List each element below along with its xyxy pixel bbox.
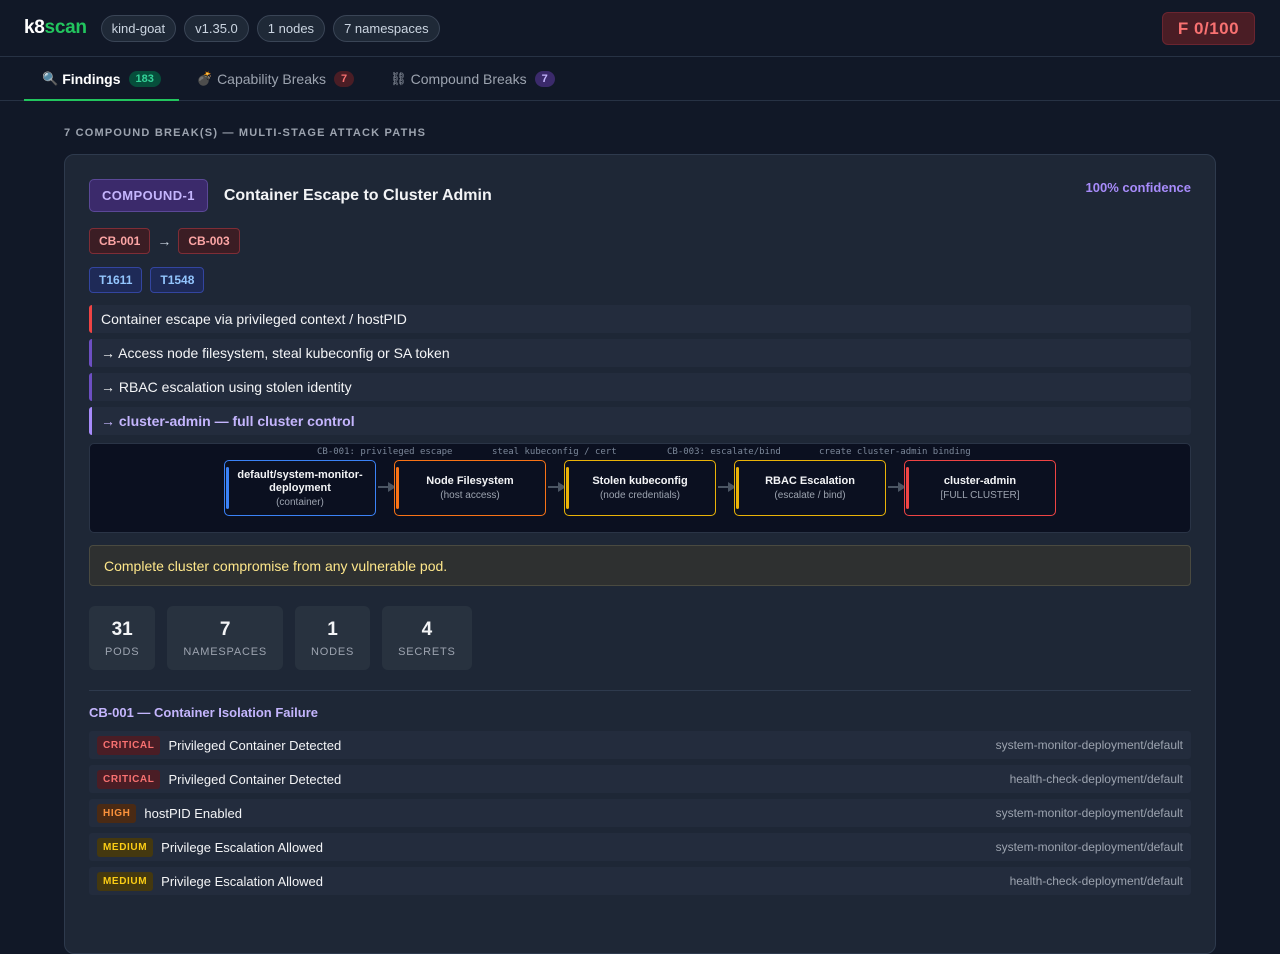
arrow-right-icon: →: [157, 233, 172, 249]
namespaces-count-pill: 7 namespaces: [333, 14, 440, 42]
flow-node-stolen-kubeconfig[interactable]: Stolen kubeconfig (node credentials): [564, 460, 716, 516]
severity-badge: CRITICAL: [97, 735, 161, 755]
attack-step: → Access node filesystem, steal kubeconf…: [89, 339, 1191, 367]
severity-badge: HIGH: [97, 803, 137, 823]
blast-radius-stats: 31 PODS 7 NAMESPACES 1 NODES 4 SECRETS: [89, 606, 1191, 670]
severity-badge: MEDIUM: [97, 871, 154, 891]
stat-secrets: 4 SECRETS: [382, 606, 472, 670]
top-bar: k8scan kind-goat v1.35.0 1 nodes 7 names…: [0, 0, 1280, 57]
finding-row[interactable]: HIGH hostPID Enabled system-monitor-depl…: [89, 799, 1191, 827]
compound-break-card: COMPOUND-1 Container Escape to Cluster A…: [64, 154, 1216, 954]
section-title: 7 COMPOUND BREAK(S) — MULTI-STAGE ATTACK…: [64, 127, 427, 139]
finding-title: Privilege Escalation Allowed: [161, 839, 324, 855]
attack-step: Container escape via privileged context …: [89, 305, 1191, 333]
flow-node-cluster-admin[interactable]: cluster-admin [FULL CLUSTER]: [904, 460, 1056, 516]
cb-section-title: CB-001 — Container Isolation Failure: [89, 705, 318, 720]
tab-findings-label: Findings: [62, 70, 121, 87]
compound-title: Container Escape to Cluster Admin: [223, 186, 492, 204]
finding-resource: health-check-deployment/default: [1009, 772, 1183, 786]
impact-banner: Complete cluster compromise from any vul…: [89, 545, 1191, 586]
stat-namespaces: 7 NAMESPACES: [167, 606, 283, 670]
tab-capability-breaks-count: 7: [334, 70, 355, 87]
attack-step-final: → cluster-admin — full cluster control: [89, 407, 1191, 435]
finding-resource: system-monitor-deployment/default: [995, 840, 1183, 854]
tab-capability-breaks[interactable]: 💣 Capability Breaks 7: [179, 57, 372, 100]
flow-node-container[interactable]: default/system-monitor-deployment (conta…: [224, 460, 376, 516]
stat-label: NAMESPACES: [183, 645, 267, 658]
stat-value: 7: [219, 618, 231, 640]
tab-compound-breaks-label: Compound Breaks: [410, 70, 527, 87]
tab-capability-breaks-label: Capability Breaks: [217, 70, 326, 87]
cluster-name-pill: kind-goat: [100, 14, 177, 42]
tab-findings[interactable]: 🔍 Findings 183: [24, 57, 179, 101]
node-subtitle: (escalate / bind): [774, 490, 846, 501]
finding-title: Privilege Escalation Allowed: [161, 873, 324, 889]
chain-cb-badge[interactable]: CB-003: [178, 228, 240, 254]
security-score-badge: F 0/100: [1162, 12, 1255, 45]
stat-label: PODS: [105, 645, 140, 658]
attack-step: → RBAC escalation using stolen identity: [89, 373, 1191, 401]
tab-compound-breaks[interactable]: ⛓ Compound Breaks 7: [372, 57, 573, 100]
mitre-techniques: T1611 T1548: [89, 267, 1191, 293]
stat-value: 31: [111, 618, 133, 640]
finding-row[interactable]: MEDIUM Privilege Escalation Allowed syst…: [89, 833, 1191, 861]
mitre-technique-badge[interactable]: T1611: [89, 267, 143, 293]
stat-label: SECRETS: [398, 645, 456, 658]
node-title: Node Filesystem: [426, 475, 514, 487]
edge-label: steal kubeconfig / cert: [492, 447, 617, 457]
version-pill: v1.35.0: [184, 14, 249, 42]
stat-label: NODES: [310, 645, 355, 658]
magnifier-icon: 🔍: [42, 70, 59, 86]
flow-node-rbac-escalation[interactable]: RBAC Escalation (escalate / bind): [734, 460, 886, 516]
stat-pods: 31 PODS: [89, 606, 156, 670]
finding-title: hostPID Enabled: [144, 805, 242, 821]
edge-label: create cluster-admin binding: [819, 447, 971, 457]
brand-suffix: scan: [44, 17, 87, 38]
node-subtitle: [FULL CLUSTER]: [940, 490, 1020, 501]
attack-path-diagram: CB-001: privileged escape steal kubeconf…: [89, 443, 1191, 533]
severity-badge: MEDIUM: [97, 837, 154, 857]
brand-prefix: k8: [24, 17, 45, 38]
flow-node-node-filesystem[interactable]: Node Filesystem (host access): [394, 460, 546, 516]
finding-resource: health-check-deployment/default: [1009, 874, 1183, 888]
edge-label: CB-003: escalate/bind: [667, 447, 781, 457]
finding-row[interactable]: CRITICAL Privileged Container Detected h…: [89, 765, 1191, 793]
node-title: RBAC Escalation: [765, 475, 855, 487]
stat-value: 1: [327, 618, 338, 640]
node-subtitle: (node credentials): [599, 490, 681, 501]
finding-row[interactable]: MEDIUM Privilege Escalation Allowed heal…: [89, 867, 1191, 895]
confidence-label: 100% confidence: [1085, 180, 1192, 195]
card-header: COMPOUND-1 Container Escape to Cluster A…: [89, 179, 1191, 212]
finding-title: Privileged Container Detected: [168, 737, 342, 753]
brand-logo[interactable]: k8scan: [24, 17, 87, 39]
main-content: 7 COMPOUND BREAK(S) — MULTI-STAGE ATTACK…: [0, 127, 1280, 954]
finding-resource: system-monitor-deployment/default: [995, 738, 1183, 752]
attack-steps: Container escape via privileged context …: [89, 305, 1191, 435]
node-title: Stolen kubeconfig: [592, 475, 688, 487]
tab-compound-breaks-count: 7: [534, 70, 555, 87]
tab-findings-count: 183: [128, 70, 161, 87]
capability-chain: CB-001 → CB-003: [89, 228, 1191, 254]
chain-icon: ⛓: [390, 70, 407, 86]
tab-bar: 🔍 Findings 183 💣 Capability Breaks 7 ⛓ C…: [0, 57, 1280, 101]
findings-list: CRITICAL Privileged Container Detected s…: [89, 731, 1191, 895]
finding-resource: system-monitor-deployment/default: [995, 806, 1183, 820]
severity-badge: CRITICAL: [97, 769, 161, 789]
finding-title: Privileged Container Detected: [168, 771, 342, 787]
compound-id-badge: COMPOUND-1: [89, 179, 208, 212]
node-subtitle: (container): [276, 496, 324, 508]
stat-nodes: 1 NODES: [294, 606, 371, 670]
mitre-technique-badge[interactable]: T1548: [150, 267, 205, 293]
node-title: default/system-monitor-deployment: [237, 468, 363, 494]
nodes-count-pill: 1 nodes: [256, 14, 326, 42]
node-subtitle: (host access): [440, 490, 500, 501]
divider: [89, 690, 1191, 691]
bomb-icon: 💣: [196, 70, 214, 86]
finding-row[interactable]: CRITICAL Privileged Container Detected s…: [89, 731, 1191, 759]
stat-value: 4: [421, 618, 433, 640]
node-title: cluster-admin: [943, 475, 1017, 487]
chain-cb-badge[interactable]: CB-001: [89, 228, 151, 254]
edge-label: CB-001: privileged escape: [317, 447, 453, 457]
